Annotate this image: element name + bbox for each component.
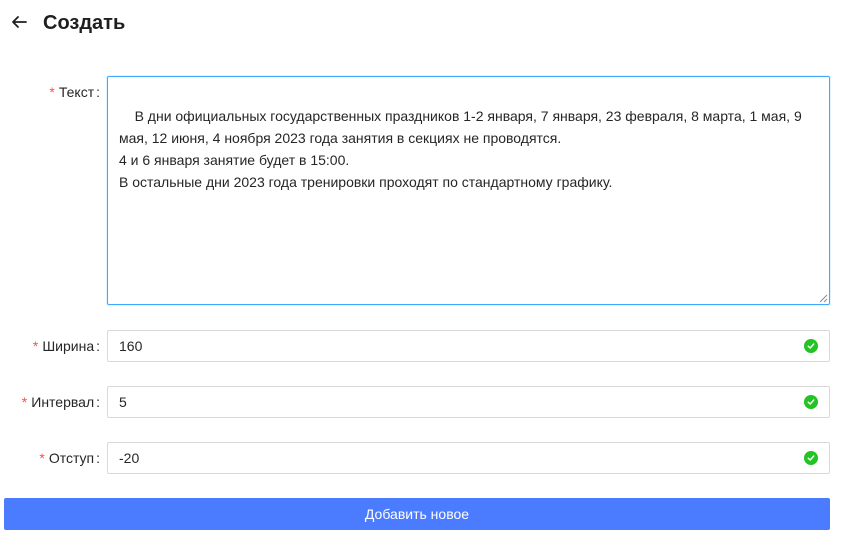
back-button[interactable] xyxy=(8,11,30,33)
width-label: * Ширина: xyxy=(33,336,100,356)
page-header: Создать xyxy=(0,0,841,46)
check-circle-icon xyxy=(804,395,818,409)
label-colon: : xyxy=(96,394,100,410)
interval-input-value: 5 xyxy=(119,394,127,410)
offset-input[interactable]: -20 xyxy=(107,442,830,474)
interval-input[interactable]: 5 xyxy=(107,386,830,418)
check-circle-icon xyxy=(804,451,818,465)
offset-label: * Отступ: xyxy=(39,448,100,468)
page-title: Создать xyxy=(43,12,126,34)
add-new-button[interactable]: Добавить новое xyxy=(4,498,830,530)
required-mark: * xyxy=(49,84,55,100)
arrow-left-icon xyxy=(12,16,27,28)
offset-input-value: -20 xyxy=(119,450,140,466)
offset-label-text: Отступ xyxy=(48,450,95,466)
required-mark: * xyxy=(32,338,39,354)
required-mark: * xyxy=(21,394,28,410)
text-textarea[interactable]: В дни официальных государственных праздн… xyxy=(107,76,830,305)
width-label-text: Ширина xyxy=(42,338,95,354)
interval-label-text: Интервал xyxy=(31,394,95,410)
width-input-value: 160 xyxy=(119,338,143,354)
text-label-text: Текст xyxy=(58,84,95,100)
width-input[interactable]: 160 xyxy=(107,330,830,362)
text-textarea-value: В дни официальных государственных праздн… xyxy=(119,108,802,190)
label-colon: : xyxy=(96,450,100,466)
required-mark: * xyxy=(39,450,45,466)
interval-label: * Интервал: xyxy=(22,392,100,412)
text-label: * Текст: xyxy=(49,82,100,102)
resize-handle-icon[interactable] xyxy=(819,294,828,303)
label-colon: : xyxy=(96,84,100,100)
label-colon: : xyxy=(96,338,100,354)
check-circle-icon xyxy=(804,339,818,353)
